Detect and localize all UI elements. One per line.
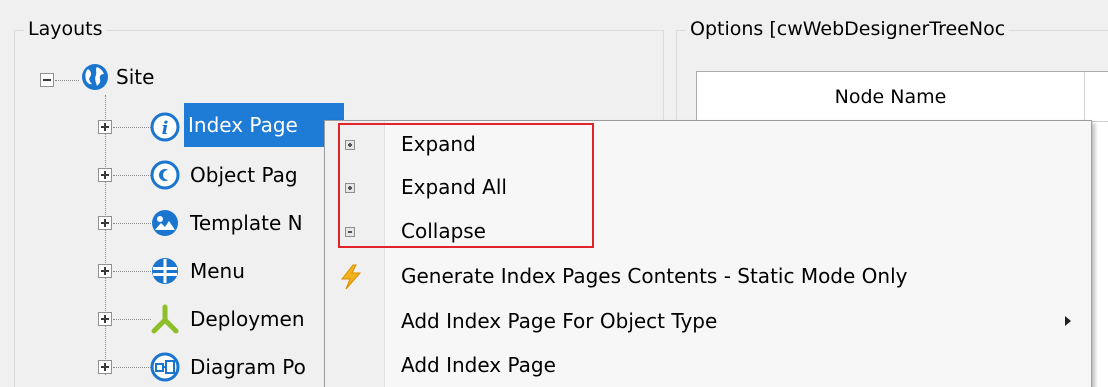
diagram-icon — [150, 352, 180, 382]
column-header-node-name[interactable]: Node Name — [697, 72, 1085, 122]
menu-item-generate-index-pages-label: Generate Index Pages Contents - Static M… — [401, 264, 908, 288]
submenu-arrow-icon — [1065, 316, 1071, 326]
menu-item-expand-label: Expand — [401, 132, 476, 156]
info-icon: i — [150, 112, 180, 142]
menu-item-collapse[interactable]: Collapse — [325, 210, 1091, 254]
tree-node-template[interactable]: Template N — [186, 209, 307, 237]
tree-connector — [113, 367, 151, 368]
menu-item-add-index-page-for-object-type-label: Add Index Page For Object Type — [401, 309, 718, 333]
expand-all-icon — [343, 180, 359, 196]
tree-node-deployment[interactable]: Deploymen — [186, 305, 309, 333]
column-header-extra[interactable] — [1085, 72, 1108, 122]
context-menu: Expand Expand All Collapse Generate Inde… — [324, 120, 1092, 387]
deployment-icon — [151, 304, 179, 334]
menu-expand-toggle[interactable] — [98, 264, 112, 278]
tree-connector-vertical — [105, 95, 106, 375]
object-icon — [150, 160, 180, 190]
tree-connector — [55, 80, 79, 81]
collapse-icon — [343, 224, 359, 240]
tree-connector — [113, 319, 151, 320]
globe-icon — [82, 64, 108, 90]
menu-item-expand[interactable]: Expand — [325, 123, 1091, 167]
tree-connector — [113, 223, 151, 224]
tree-connector — [113, 271, 151, 272]
deployment-expand-toggle[interactable] — [98, 312, 112, 326]
menu-item-add-index-page[interactable]: Add Index Page — [325, 344, 1091, 387]
object-page-expand-toggle[interactable] — [98, 168, 112, 182]
lightning-icon — [340, 264, 362, 290]
menu-item-expand-all-label: Expand All — [401, 175, 507, 199]
tree-node-index-page[interactable]: Index Page — [184, 103, 344, 147]
menu-icon — [152, 258, 178, 284]
options-title: Options [cwWebDesignerTreeNoc — [686, 17, 1010, 41]
layouts-title: Layouts — [24, 17, 107, 41]
svg-text:i: i — [162, 118, 169, 139]
tree-node-menu[interactable]: Menu — [186, 257, 249, 285]
site-collapse-toggle[interactable] — [40, 73, 54, 87]
template-expand-toggle[interactable] — [98, 216, 112, 230]
menu-item-expand-all[interactable]: Expand All — [325, 166, 1091, 210]
tree-connector — [113, 127, 151, 128]
tree-node-site[interactable]: Site — [112, 63, 158, 91]
index-page-expand-toggle[interactable] — [98, 120, 112, 134]
menu-item-add-index-page-for-object-type[interactable]: Add Index Page For Object Type — [325, 300, 1091, 344]
tree-node-object-page[interactable]: Object Pag — [186, 161, 302, 189]
menu-item-generate-index-pages[interactable]: Generate Index Pages Contents - Static M… — [325, 255, 1091, 299]
menu-item-add-index-page-label: Add Index Page — [401, 353, 556, 377]
menu-item-collapse-label: Collapse — [401, 219, 486, 243]
tree-node-diagram[interactable]: Diagram Po — [186, 353, 310, 381]
template-icon — [152, 210, 178, 236]
expand-icon — [343, 137, 359, 153]
diagram-expand-toggle[interactable] — [98, 360, 112, 374]
tree-connector — [113, 175, 151, 176]
